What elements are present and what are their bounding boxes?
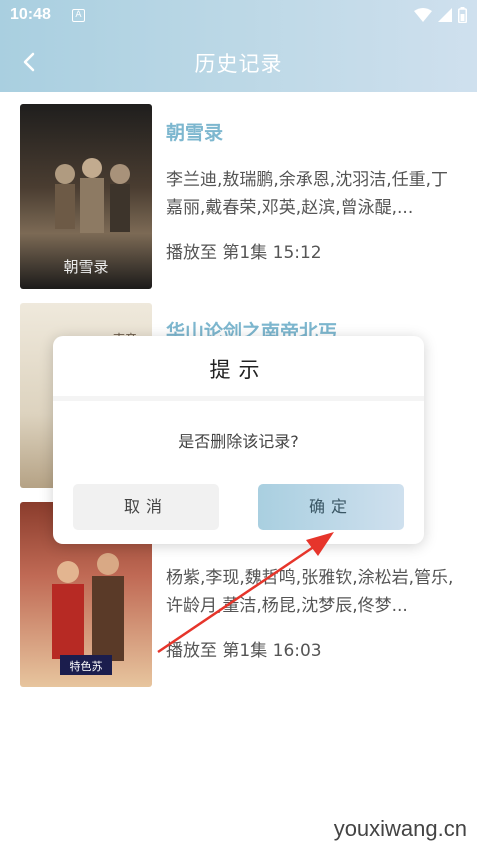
battery-icon	[458, 7, 467, 23]
poster-art: 朝雪录	[55, 158, 130, 276]
item-cast: 杨紫,李现,魏哲鸣,张雅钦,涂松岩,管乐,许龄月,董洁,杨昆,沈梦辰,佟梦...	[166, 568, 454, 616]
signal-icon	[438, 8, 452, 22]
top-bar: 10:48 A 历史记录	[0, 0, 477, 92]
status-icons	[414, 7, 467, 23]
watermark: youxiwang.cn	[333, 816, 467, 841]
confirm-button[interactable]: 确定	[258, 484, 404, 530]
delete-confirm-dialog: 提示 是否删除该记录? 取消 确定	[53, 336, 424, 544]
header: 历史记录	[0, 32, 477, 92]
status-bar: 10:48 A	[0, 0, 477, 32]
svg-text:特色苏: 特色苏	[70, 659, 103, 673]
dialog-divider	[53, 396, 424, 401]
cancel-button[interactable]: 取消	[73, 484, 219, 530]
dialog-message: 是否删除该记录?	[178, 432, 299, 451]
list-item[interactable]: 朝雪录 朝雪录 李兰迪,敖瑞鹏,余承恩,沈羽洁,任重,丁嘉丽,戴春荣,邓英,赵滨…	[20, 104, 460, 289]
dialog-title: 提示	[209, 358, 268, 382]
item-progress: 播放至 第1集 15:12	[166, 243, 322, 263]
item-cast: 李兰迪,敖瑞鹏,余承恩,沈羽洁,任重,丁嘉丽,戴春荣,邓英,赵滨,曾泳醍,...	[166, 170, 449, 218]
item-title[interactable]: 朝雪录	[166, 118, 223, 145]
page-title: 历史记录	[194, 52, 283, 76]
svg-text:朝雪录: 朝雪录	[63, 258, 108, 276]
poster-image: 朝雪录	[20, 104, 152, 289]
wifi-icon	[414, 8, 432, 22]
item-progress: 播放至 第1集 16:03	[166, 641, 322, 661]
status-time: 10:48	[10, 6, 51, 23]
notification-a-icon: A	[72, 9, 85, 22]
